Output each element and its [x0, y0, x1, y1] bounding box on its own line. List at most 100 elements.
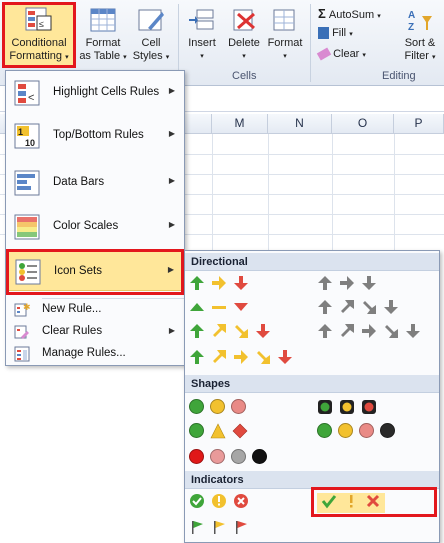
- gray-circle-icon: [231, 449, 246, 464]
- eraser-icon: [316, 47, 332, 61]
- menu-item-clear-rules[interactable]: Clear Rules ▶: [7, 321, 183, 343]
- column-header-N[interactable]: N: [268, 114, 332, 134]
- fill-button[interactable]: Fill ▾: [318, 27, 353, 43]
- icon-set-3-triangles[interactable]: [189, 299, 249, 319]
- data-bars-icon: [13, 169, 41, 197]
- green-flag-icon: [189, 519, 205, 535]
- format-as-table-button[interactable]: Format as Table ▾: [78, 2, 128, 68]
- sigma-icon: Σ: [318, 6, 326, 21]
- svg-text:A: A: [408, 10, 415, 21]
- symbols-uncircled-highlight: [311, 487, 437, 517]
- red-down-arrow-icon: [255, 323, 271, 339]
- yellow-down-right-arrow-icon: [255, 349, 271, 365]
- sort-filter-label-1: Sort &: [404, 37, 436, 49]
- icon-set-3-signs[interactable]: [189, 423, 248, 443]
- green-check-circle-icon: [189, 493, 205, 509]
- column-header-P[interactable]: P: [394, 114, 444, 134]
- cell-styles-button[interactable]: Cell Styles ▾: [128, 2, 174, 68]
- icon-set-3-flags[interactable]: [189, 519, 249, 539]
- clear-button[interactable]: Clear ▾: [316, 47, 366, 64]
- menu-item-manage-rules[interactable]: Manage Rules...: [7, 343, 183, 365]
- icon-set-4-arrows-gray[interactable]: [317, 299, 399, 319]
- gray-down-right-arrow-icon: [383, 323, 399, 339]
- insert-cells-icon: [187, 6, 217, 34]
- column-header-O[interactable]: O: [332, 114, 394, 134]
- icon-set-3-traffic-lights-unrimmed[interactable]: [189, 399, 246, 419]
- section-header-shapes: Shapes: [185, 375, 439, 393]
- menu-item-label: Clear Rules: [42, 325, 103, 337]
- cell-styles-label-1: Cell: [141, 37, 161, 49]
- clear-rules-icon: [14, 324, 30, 340]
- manage-rules-icon: [14, 346, 30, 362]
- yellow-right-arrow-icon: [233, 349, 249, 365]
- gray-up-right-arrow-icon: [339, 299, 355, 315]
- menu-item-label: New Rule...: [42, 303, 102, 315]
- cell-styles-icon: [136, 6, 166, 34]
- fill-down-icon: [318, 27, 329, 40]
- gray-up-arrow-icon: [317, 275, 333, 291]
- new-rule-icon: ✱: [14, 302, 31, 318]
- icon-set-3-symbols-circled[interactable]: [189, 493, 249, 513]
- svg-text:✱: ✱: [23, 302, 30, 312]
- green-up-arrow-icon: [189, 275, 205, 291]
- icon-set-3-arrows-gray[interactable]: [317, 275, 377, 295]
- icon-set-3-arrows-colored[interactable]: [189, 275, 249, 295]
- gray-right-arrow-icon: [361, 323, 377, 339]
- green-circle-icon: [189, 423, 204, 438]
- yellow-exclamation-circle-icon: [211, 493, 227, 509]
- submenu-arrow-icon: ▶: [168, 220, 175, 229]
- top-bottom-icon: 1 10: [13, 122, 41, 150]
- menu-item-label: Top/Bottom Rules: [53, 129, 144, 141]
- delete-button[interactable]: Delete ▾: [224, 2, 264, 68]
- format-button[interactable]: Format ▾: [264, 2, 306, 68]
- autosum-button[interactable]: Σ AutoSum ▾: [318, 6, 381, 22]
- red-circle-icon: [359, 423, 374, 438]
- yellow-down-right-arrow-icon: [233, 323, 249, 339]
- menu-item-top-bottom-rules[interactable]: 1 10 Top/Bottom Rules ▶: [7, 116, 183, 156]
- conditional-formatting-highlight: [2, 2, 76, 68]
- menu-item-color-scales[interactable]: Color Scales ▶: [7, 207, 183, 247]
- section-header-directional: Directional: [185, 253, 439, 271]
- yellow-circle-icon: [210, 399, 225, 414]
- dropdown-arrow-icon: ▾: [200, 53, 204, 60]
- sort-filter-button[interactable]: AZ Sort & Filter ▾: [398, 2, 442, 68]
- icon-sets-submenu: Directional Shapes Indicators: [184, 250, 440, 543]
- menu-item-highlight-cells-rules[interactable]: < Highlight Cells Rules ▶: [7, 73, 183, 113]
- insert-label: Insert: [188, 37, 216, 49]
- gray-down-arrow-icon: [405, 323, 421, 339]
- delete-cells-icon: [229, 6, 259, 34]
- dropdown-arrow-icon: ▾: [377, 13, 381, 20]
- column-header-M[interactable]: M: [212, 114, 268, 134]
- red-circle-icon: [189, 449, 204, 464]
- insert-button[interactable]: Insert ▾: [182, 2, 222, 68]
- svg-text:10: 10: [25, 138, 35, 148]
- pink-circle-icon: [210, 449, 225, 464]
- icon-set-5-arrows-gray[interactable]: [317, 323, 421, 343]
- clear-label: Clear: [333, 48, 360, 60]
- icon-set-red-to-black[interactable]: [189, 449, 267, 469]
- menu-item-new-rule[interactable]: ✱ New Rule...: [7, 299, 183, 321]
- yellow-flag-icon: [211, 519, 227, 535]
- icon-set-5-arrows-colored[interactable]: [189, 349, 293, 369]
- red-down-arrow-icon: [277, 349, 293, 365]
- menu-item-data-bars[interactable]: Data Bars ▶: [7, 163, 183, 203]
- submenu-arrow-icon: ▶: [168, 129, 175, 138]
- svg-text:<: <: [28, 92, 34, 104]
- highlight-cells-icon: <: [13, 79, 41, 107]
- color-scales-icon: [13, 213, 41, 241]
- icon-set-4-arrows-colored[interactable]: [189, 323, 271, 343]
- conditional-formatting-menu: < Highlight Cells Rules ▶ 1 10 Top/Bottom…: [5, 70, 185, 366]
- green-circle-icon: [189, 399, 204, 414]
- format-as-table-icon: [88, 6, 118, 34]
- icon-set-3-traffic-lights-rimmed[interactable]: [317, 399, 377, 419]
- green-up-arrow-icon: [189, 323, 205, 339]
- gray-down-arrow-icon: [383, 299, 399, 315]
- gray-up-arrow-icon: [317, 323, 333, 339]
- format-label: Format: [267, 37, 303, 49]
- icon-set-4-traffic-lights[interactable]: [317, 423, 395, 443]
- yellow-up-right-arrow-icon: [211, 323, 227, 339]
- yellow-dash-icon: [211, 299, 227, 315]
- format-as-table-label-1: Format: [85, 37, 121, 49]
- autosum-label: AutoSum: [328, 9, 375, 21]
- dropdown-arrow-icon: ▾: [362, 52, 366, 59]
